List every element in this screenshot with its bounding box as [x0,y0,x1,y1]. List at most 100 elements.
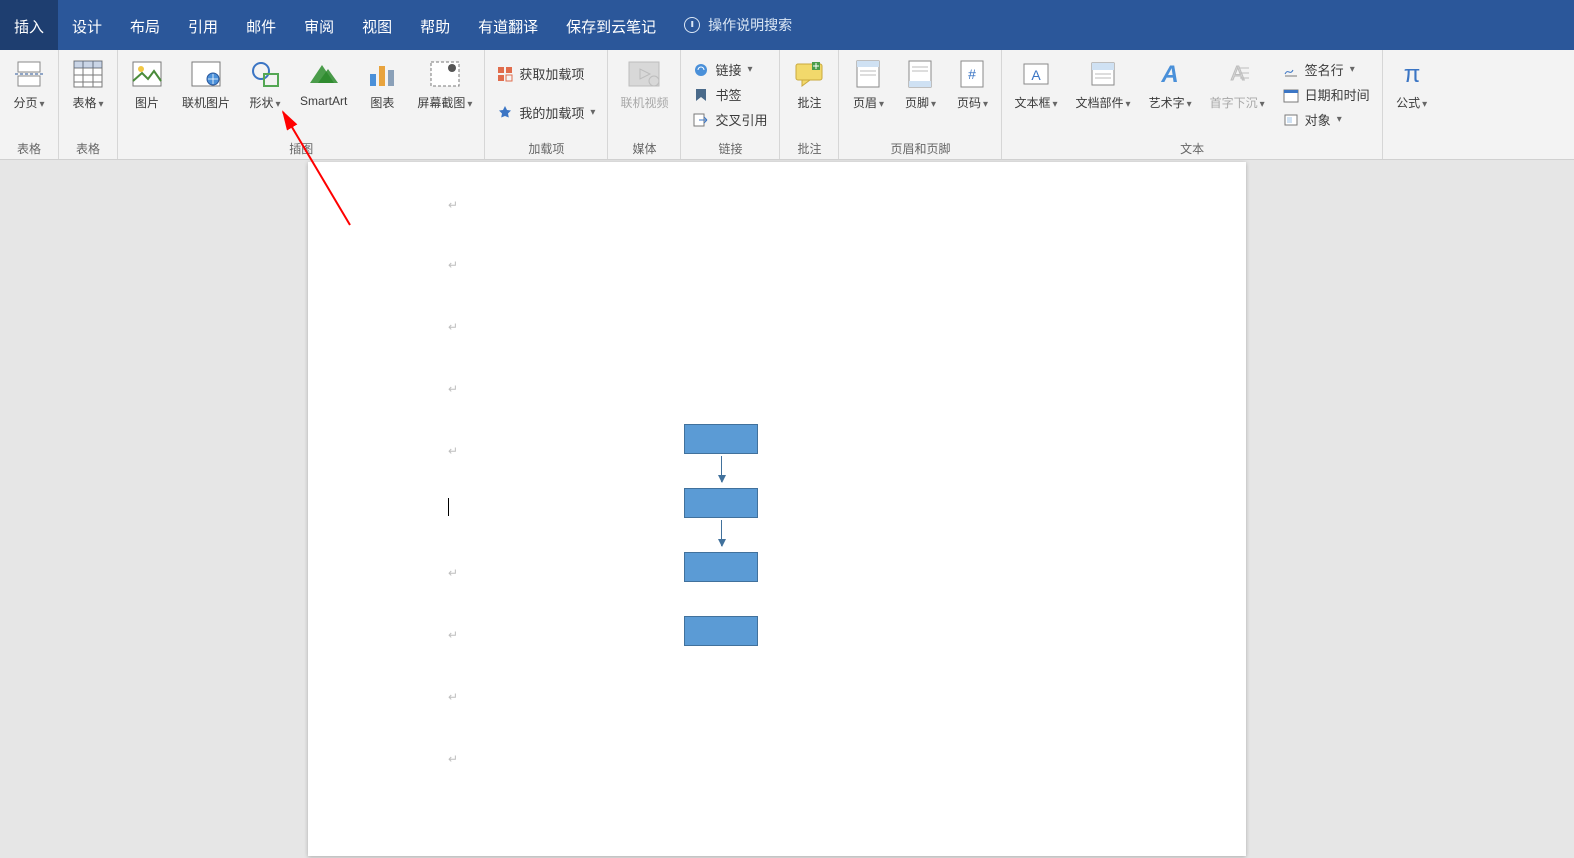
group-symbols-label [1391,141,1433,157]
store-icon [497,66,513,82]
document-area[interactable]: ↵ ↵ ↵ ↵ ↵ ↵ ↵ ↵ ↵ [0,160,1574,858]
svg-text:A: A [1160,61,1178,88]
tab-youdao[interactable]: 有道翻译 [464,0,552,50]
svg-text:A: A [1031,67,1041,83]
paragraph-mark: ↵ [448,382,458,396]
comment-button[interactable]: 批注 [788,56,830,113]
footer-icon [904,58,936,90]
chart-icon [366,58,398,90]
online-pictures-button[interactable]: 联机图片 [178,56,234,113]
shapes-button[interactable]: 形状 [244,56,286,113]
tell-me-search[interactable]: 操作说明搜索 [670,0,806,50]
flowchart-box-3[interactable] [684,552,758,582]
signature-icon [1283,62,1299,78]
page-break-button[interactable]: 分页 [8,56,50,113]
my-addins-icon [497,105,513,121]
object-button[interactable]: 对象 ▾ [1279,108,1374,131]
flowchart-box-4[interactable] [684,616,758,646]
paragraph-mark: ↵ [448,320,458,334]
screenshot-button[interactable]: 屏幕截图 [413,56,476,113]
datetime-button[interactable]: 日期和时间 [1279,83,1374,106]
wordart-button[interactable]: A 艺术字 [1145,56,1196,113]
svg-text:#: # [969,66,977,82]
online-picture-icon [190,58,222,90]
bookmark-label: 书签 [715,85,741,104]
flowchart-box-1[interactable] [684,424,758,454]
page[interactable]: ↵ ↵ ↵ ↵ ↵ ↵ ↵ ↵ ↵ [308,162,1246,856]
smartart-label: SmartArt [300,94,347,108]
crossref-button[interactable]: 交叉引用 [689,108,771,131]
footer-label: 页脚 [905,94,936,111]
header-icon [852,58,884,90]
shapes-icon [249,58,281,90]
flowchart-box-2[interactable] [684,488,758,518]
group-pages: 分页 表格 [0,50,59,159]
tab-review[interactable]: 审阅 [290,0,348,50]
flowchart-arrow-2[interactable] [721,520,722,546]
table-label: 表格 [72,94,103,111]
group-tables-label: 表格 [67,138,109,157]
equation-icon: π [1396,58,1428,90]
equation-button[interactable]: π 公式 [1391,56,1433,113]
table-icon [72,58,104,90]
link-button[interactable]: 链接 ▾ [689,58,771,81]
group-headerfooter: 页眉 页脚 # 页码 页眉和页脚 [839,50,1002,159]
quickparts-icon [1087,58,1119,90]
paragraph-mark: ↵ [448,628,458,642]
comment-label: 批注 [797,94,821,111]
paragraph-mark: ↵ [448,198,458,212]
object-icon [1283,112,1299,128]
tab-design[interactable]: 设计 [58,0,116,50]
pagenum-button[interactable]: # 页码 [951,56,993,113]
paragraph-mark: ↵ [448,258,458,272]
group-links-label: 链接 [689,138,771,157]
my-addins-button[interactable]: 我的加载项 ▾ [493,101,599,124]
wordart-label: 艺术字 [1149,94,1192,111]
flowchart-arrow-1[interactable] [721,456,722,482]
tab-view[interactable]: 视图 [348,0,406,50]
quickparts-button[interactable]: 文档部件 [1072,56,1135,113]
screenshot-icon [429,58,461,90]
group-comments-label: 批注 [788,138,830,157]
ribbon-tabs: 插入 设计 布局 引用 邮件 审阅 视图 帮助 有道翻译 保存到云笔记 操作说明… [0,0,1574,50]
crossref-icon [693,112,709,128]
footer-button[interactable]: 页脚 [899,56,941,113]
header-button[interactable]: 页眉 [847,56,889,113]
page-break-icon [13,58,45,90]
dropcap-icon: A [1221,58,1253,90]
group-symbols: π 公式 [1383,50,1441,159]
online-video-label: 联机视频 [620,94,668,111]
paragraph-mark: ↵ [448,566,458,580]
tab-mailings[interactable]: 邮件 [232,0,290,50]
wordart-icon: A [1154,58,1186,90]
bookmark-button[interactable]: 书签 [689,83,771,106]
group-headerfooter-label: 页眉和页脚 [847,138,993,157]
tab-help[interactable]: 帮助 [406,0,464,50]
group-comments: 批注 批注 [780,50,839,159]
text-cursor [448,498,449,516]
tab-save-cloud[interactable]: 保存到云笔记 [552,0,670,50]
table-button[interactable]: 表格 [67,56,109,113]
tab-references[interactable]: 引用 [174,0,232,50]
get-addins-button[interactable]: 获取加载项 [493,62,599,85]
tab-layout[interactable]: 布局 [116,0,174,50]
page-break-label: 分页 [13,94,44,111]
chart-button[interactable]: 图表 [361,56,403,113]
group-illustrations-label: 插图 [126,138,476,157]
pagenum-label: 页码 [957,94,988,111]
group-text-label: 文本 [1010,138,1373,157]
paragraph-mark: ↵ [448,444,458,458]
tab-insert[interactable]: 插入 [0,0,58,50]
comment-icon [793,58,825,90]
pictures-label: 图片 [135,94,159,111]
my-addins-label: 我的加载项 [519,103,584,122]
header-label: 页眉 [853,94,884,111]
online-pictures-label: 联机图片 [182,94,230,111]
signature-button[interactable]: 签名行 ▾ [1279,58,1374,81]
textbox-button[interactable]: A 文本框 [1010,56,1061,113]
svg-text:π: π [1403,61,1420,88]
shapes-label: 形状 [249,94,280,111]
pictures-button[interactable]: 图片 [126,56,168,113]
smartart-button[interactable]: SmartArt [296,56,351,110]
signature-label: 签名行 [1305,60,1344,79]
